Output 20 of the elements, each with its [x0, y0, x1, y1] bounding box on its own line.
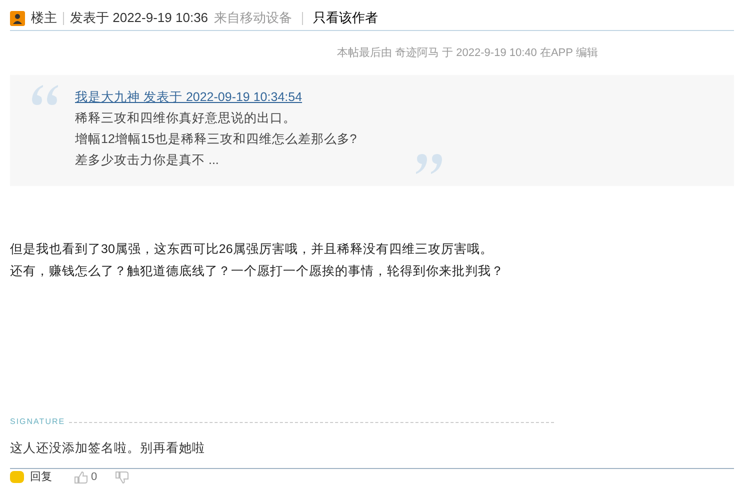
author-only-link[interactable]: 只看该作者 — [313, 8, 378, 28]
reply-button[interactable]: 回复 — [10, 470, 52, 484]
open-quote-icon — [31, 85, 59, 105]
post-text: 还有，赚钱怎么了？触犯道德底线了？一个愿打一个愿挨的事情，轮得到你来批判我？ — [10, 263, 505, 280]
op-label: 楼主 — [31, 9, 57, 28]
signature-label: SIGNATURE — [10, 416, 66, 428]
quote-source-link[interactable]: 我是大九神 发表于 2022-09-19 10:34:54 — [75, 87, 357, 108]
close-quote-icon — [415, 154, 443, 174]
thumbs-down-icon[interactable] — [115, 470, 130, 484]
post-text: 但是我也看到了30属强，这东西可比26属强厉害哦，并且稀释没有四维三攻厉害哦。 — [10, 241, 494, 258]
signature-text: 这人还没添加签名啦。别再看她啦 — [10, 440, 205, 457]
user-badge-icon — [10, 10, 25, 26]
quote-line: 差多少攻击力你是真不 ... — [75, 152, 220, 169]
quote-line: 稀释三攻和四维你真好意思说的出口。 — [75, 110, 297, 127]
quote-line: 增幅12增幅15也是稀释三攻和四维怎么差那么多? — [75, 131, 357, 148]
post-time: 发表于 2022-9-19 10:36 — [70, 9, 208, 28]
thumbs-up-icon — [74, 470, 88, 484]
edit-note: 本帖最后由 奇迹阿马 于 2022-9-19 10:40 在APP 编辑 — [337, 46, 598, 61]
post-source: 来自移动设备 — [214, 9, 292, 28]
like-button[interactable]: 0 — [74, 470, 98, 484]
